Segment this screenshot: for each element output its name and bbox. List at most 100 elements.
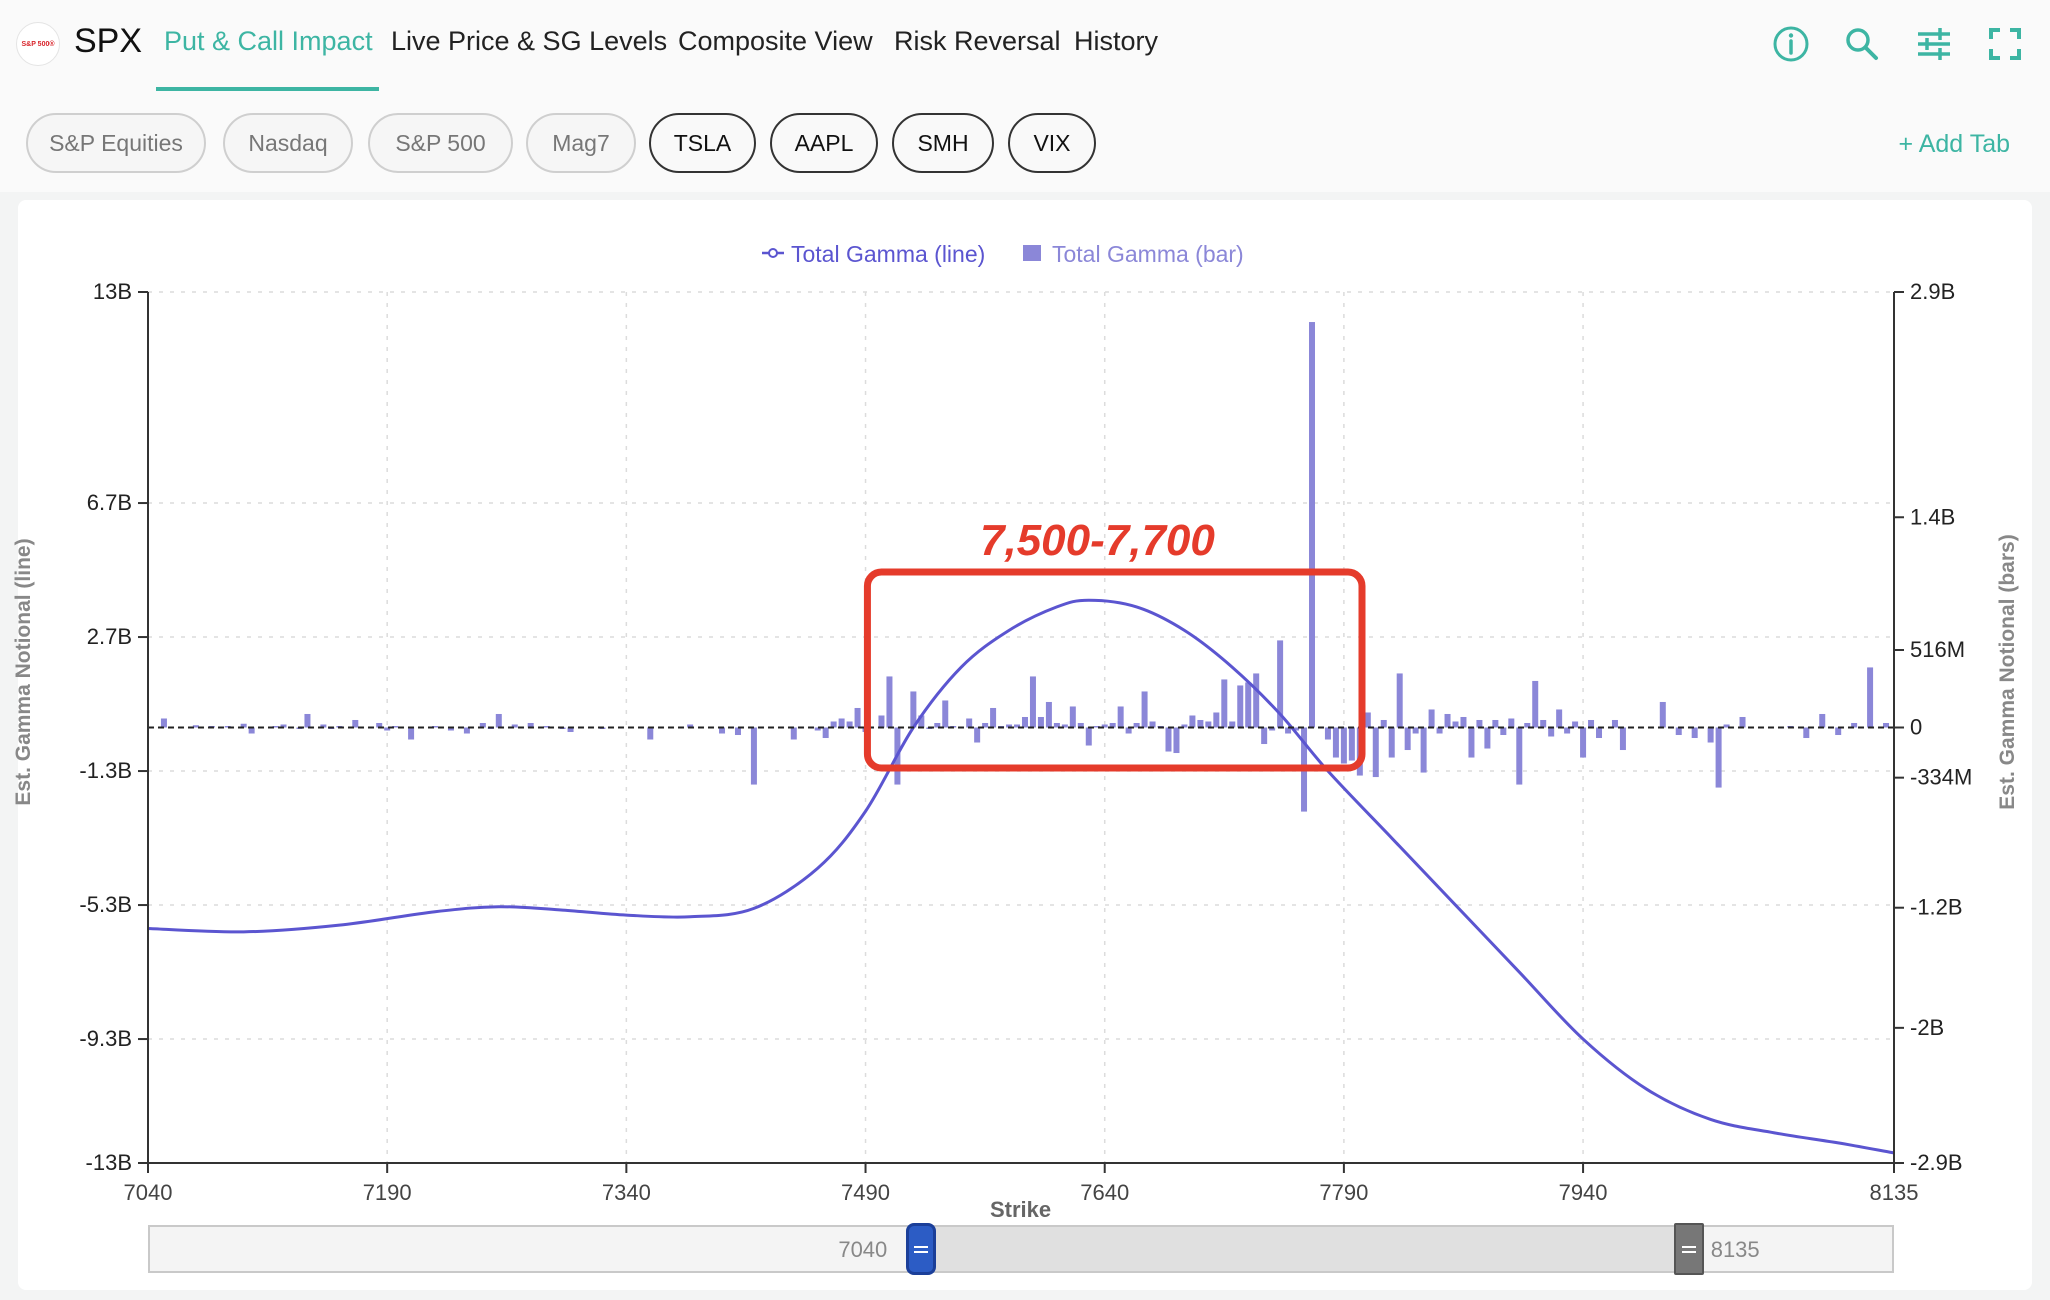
gamma-bar [1691,727,1698,739]
y-right-tick-label: -1.2B [1910,895,1963,920]
gamma-line [147,598,1895,1155]
range-slider[interactable]: 7040 8135 [148,1223,1894,1275]
y-axis-left-label: Est. Gamma Notional (line) [12,538,35,806]
gamma-bar [1165,727,1172,752]
gamma-bar [647,727,654,740]
x-tick-label: 7940 [1559,1180,1608,1205]
x-tick-label: 7340 [602,1180,651,1205]
gamma-bar [1500,727,1507,736]
tick-labels: 13B 6.7B 2.7B -1.3B -5.3B -9.3B -13B 2.9B 1.4B 51… [79,279,1972,1205]
gamma-bar [1532,680,1539,728]
gamma-bar [160,718,167,728]
y-right-tick-label: 2.9B [1910,279,1955,304]
gamma-bar [1396,673,1403,728]
gamma-bar [304,713,311,728]
gamma-bar [1468,727,1475,758]
x-tick-label: 7040 [124,1180,173,1205]
gamma-bar [1707,727,1714,743]
gamma-bar [974,727,981,743]
gamma-bar [838,718,845,728]
gamma-bar [1867,667,1874,728]
y-right-tick-label: -2.9B [1910,1150,1963,1175]
y-right-tick-label: 0 [1910,715,1922,740]
gamma-bar [990,707,997,728]
gamma-bar [734,727,741,736]
slider-min-value: 7040 [838,1237,888,1262]
y-left-tick-label: -13B [86,1150,132,1175]
gamma-bar [1420,727,1427,773]
gamma-bar [878,715,885,728]
gamma-bar [1548,727,1555,737]
gamma-bar [1253,673,1260,728]
legend-bar-swatch [1023,245,1041,261]
gamma-bar [1045,701,1052,728]
legend-item-line: Total Gamma (line) [791,241,985,267]
gamma-bar [1596,727,1603,739]
gamma-bar [408,727,415,740]
y-right-tick-label: -2B [1910,1015,1944,1040]
grip-icon [1681,1245,1696,1248]
gamma-bar [854,707,861,728]
y-right-tick-label: 1.4B [1910,504,1955,529]
x-tick-label: 7640 [1080,1180,1129,1205]
gamma-bar [1372,727,1379,778]
y-left-tick-label: -9.3B [79,1026,132,1051]
gamma-bar [1516,727,1523,785]
gamma-bar [790,727,797,740]
gamma-bar [1611,719,1618,728]
gamma-bar [1835,727,1842,736]
gamma-bar [1364,712,1371,728]
annotation-label: 7,500-7,700 [980,516,1215,565]
bar-series [160,322,1890,812]
gamma-chart: 13B 6.7B 2.7B -1.3B -5.3B -9.3B -13B 2.9B 1.4B 51… [79,241,1972,1205]
slider-selected-range[interactable] [923,1227,1689,1271]
legend-item-bar: Total Gamma (bar) [1052,241,1244,267]
gamma-bar [1348,727,1355,761]
y-left-tick-label: 2.7B [87,624,132,649]
gamma-bar [1428,709,1435,728]
grip-icon [914,1245,929,1248]
gamma-bar [1675,727,1682,736]
gamma-bar [1404,727,1411,751]
gamma-bar [1332,727,1339,758]
gamma-bar [1324,727,1331,740]
gamma-bar [1221,679,1228,728]
gamma-bar [1197,719,1204,728]
gamma-bar [1492,719,1499,728]
line-series [147,598,1895,1155]
gamma-bar [1340,727,1347,764]
gamma-bar [1021,716,1028,728]
gamma-bar [1444,713,1451,728]
gamma-bar [1803,727,1810,739]
gamma-bar [1588,719,1595,728]
gamma-bar [1540,719,1547,728]
gamma-bar [1309,322,1315,728]
gamma-bar [1715,727,1722,788]
x-tick-label: 8135 [1870,1180,1919,1205]
gamma-bar [1189,715,1196,728]
gamma-bar [1380,719,1387,728]
slider-right-handle[interactable] [1673,1223,1704,1275]
y-left-tick-label: 6.7B [87,490,132,515]
gamma-bar [1237,685,1244,728]
gamma-bar [1037,716,1044,728]
gamma-bar [1213,712,1220,728]
gamma-bar [1029,676,1036,728]
y-right-tick-label: -334M [1910,765,1972,790]
legend: Total Gamma (line) Total Gamma (bar) [762,241,1244,267]
gamma-bar [1141,691,1148,728]
gamma-bar [942,700,949,728]
gamma-bar [1508,718,1515,728]
gamma-bar [886,676,893,728]
gamma-bar [1739,716,1746,728]
y-left-tick-label: -1.3B [79,758,132,783]
gamma-bar [1476,719,1483,728]
gamma-bar [1245,682,1252,728]
gamma-bar [1388,727,1395,758]
gamma-bar [1580,727,1587,758]
gamma-bar [1619,727,1626,751]
gamma-bar [1460,716,1467,728]
gamma-bar [1261,727,1268,745]
slider-left-handle[interactable] [906,1223,937,1275]
gamma-bar [495,713,502,728]
